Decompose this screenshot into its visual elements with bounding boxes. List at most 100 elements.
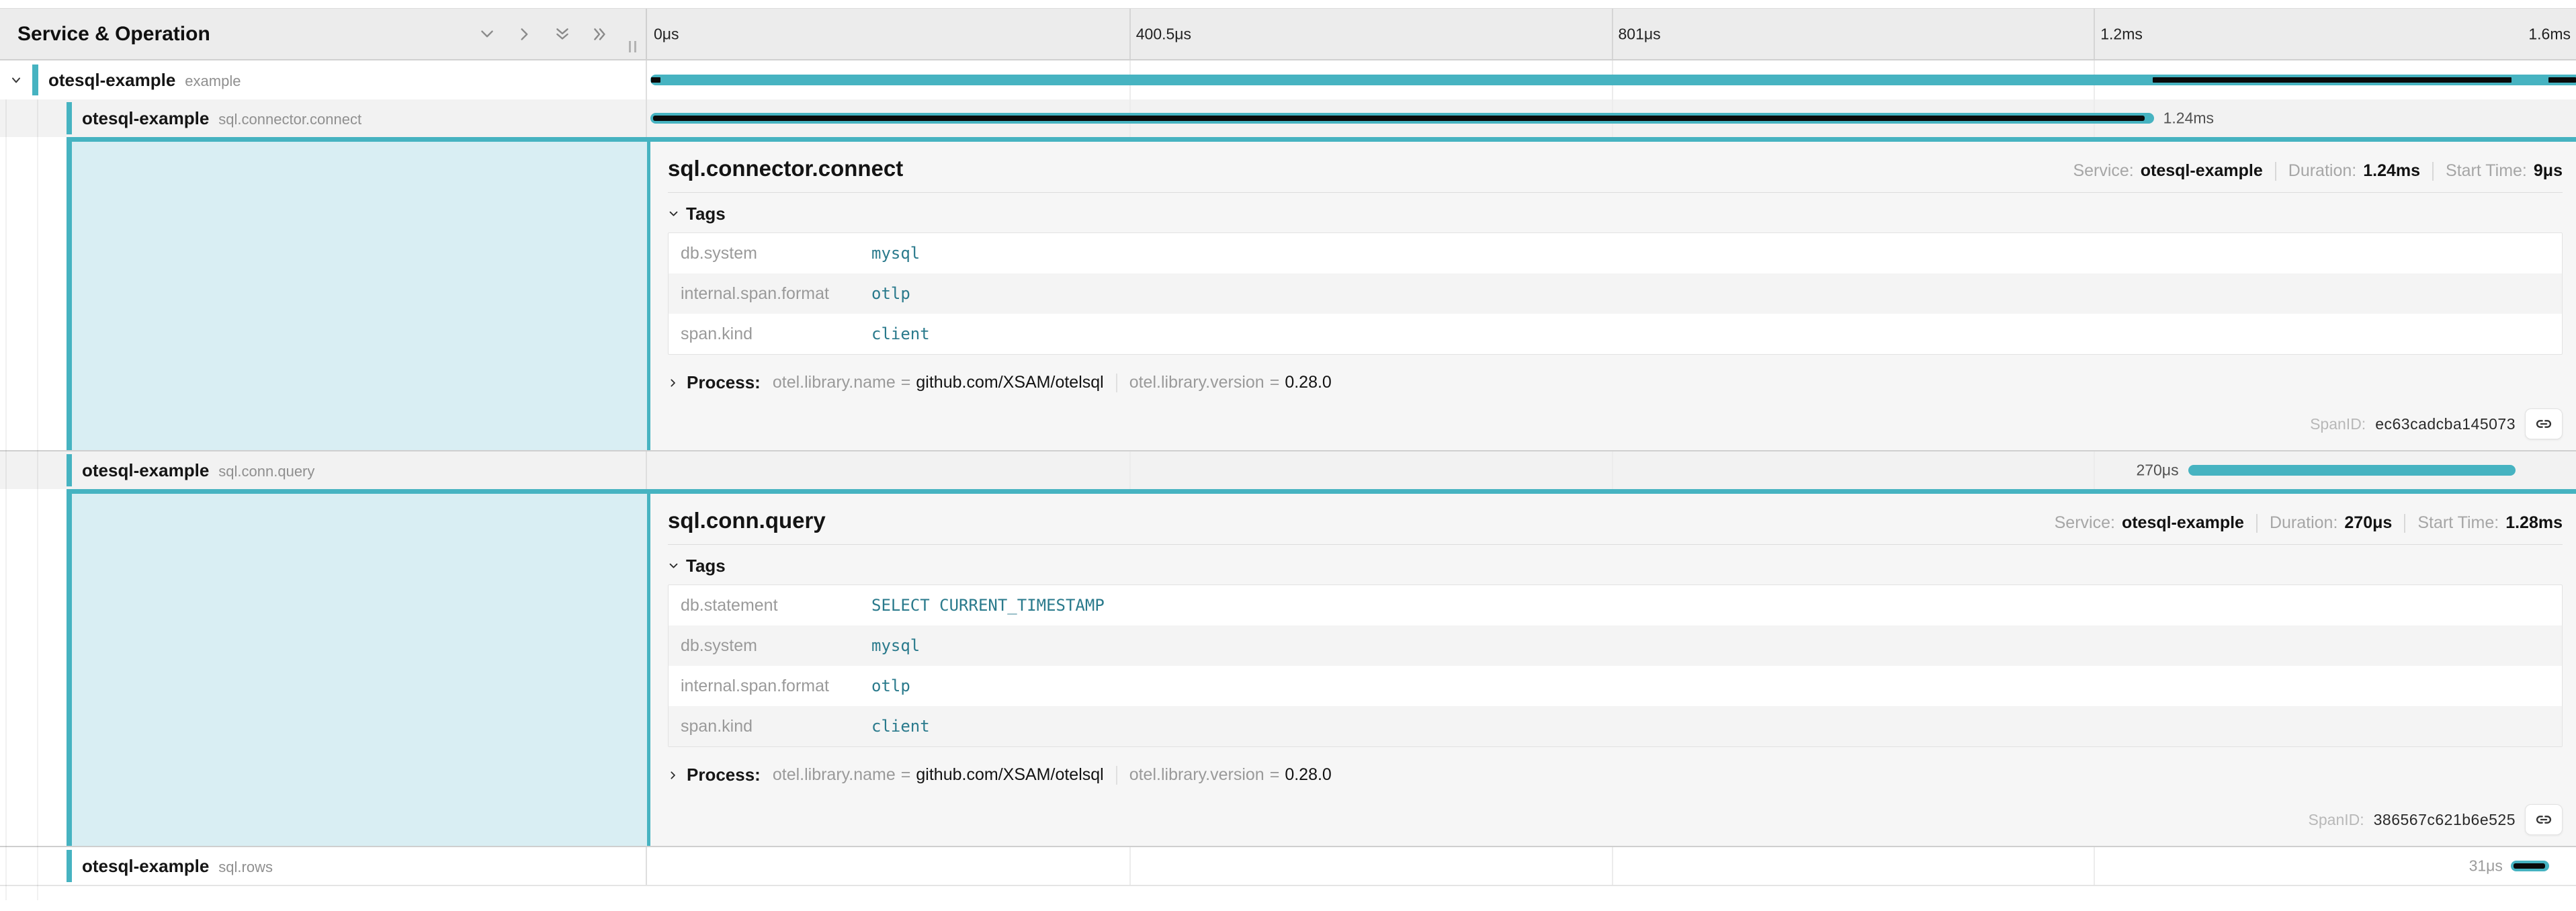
separator (2404, 514, 2405, 533)
chevron-right-icon (668, 378, 679, 388)
equals-sign: = (1270, 373, 1280, 392)
meta-label: Duration: (2270, 513, 2337, 533)
tag-key: span.kind (681, 717, 871, 736)
tags-section-title: Tags (686, 556, 726, 576)
copy-link-button[interactable] (2525, 804, 2563, 835)
span-row-sql-rows[interactable]: otesql-example sql.rows 31μs (0, 847, 2576, 886)
span-bar-cell[interactable]: 270μs (647, 451, 2576, 489)
ruler-tick (1129, 9, 1131, 59)
divider (668, 544, 2563, 545)
equals-sign: = (901, 373, 911, 392)
span-bar[interactable] (650, 113, 2155, 124)
tags-section-title: Tags (686, 204, 726, 224)
tag-key: internal.span.format (681, 284, 871, 304)
separator (2256, 514, 2258, 533)
span-name-cell[interactable]: otesql-example sql.rows (0, 847, 647, 885)
gridline (2094, 451, 2095, 489)
process-toggle[interactable]: Process: (687, 372, 761, 393)
process-section: Process: otel.library.name = github.com/… (668, 372, 2563, 393)
process-value: 0.28.0 (1285, 765, 1332, 785)
tags-table: db.system mysql internal.span.format otl… (668, 232, 2563, 355)
equals-sign: = (901, 765, 911, 785)
meta-label: Duration: (2288, 161, 2356, 181)
ruler-tick (1612, 9, 1613, 59)
indent-guide (5, 99, 7, 900)
span-row-sql-conn-query[interactable]: otesql-example sql.conn.query 270μs (0, 451, 2576, 489)
span-detail-panel-sql-conn-query: sql.conn.query Service: otesql-example D… (0, 489, 2576, 847)
process-key: otel.library.version (1129, 373, 1264, 392)
meta-value: 1.28ms (2505, 513, 2563, 533)
copy-link-button[interactable] (2525, 408, 2563, 439)
tag-row: span.kind client (669, 314, 2562, 354)
detail-content: sql.conn.query Service: otesql-example D… (647, 489, 2576, 846)
operation-name: sql.conn.query (218, 463, 314, 480)
span-meta: Service: otesql-example Duration: 270μs … (2055, 513, 2563, 533)
span-name-cell[interactable]: otesql-example sql.connector.connect (0, 99, 647, 137)
indent-guide (37, 99, 38, 900)
double-chevron-down-icon[interactable] (554, 26, 571, 43)
child-span-marker (2153, 77, 2511, 83)
operation-name: sql.rows (218, 859, 273, 876)
span-color-accent (67, 137, 72, 450)
ruler-tick (2094, 9, 2095, 59)
service-name: otesql-example (82, 856, 209, 877)
operation-name: example (185, 73, 241, 90)
tag-value: mysql (871, 636, 920, 655)
detail-content: sql.connector.connect Service: otesql-ex… (647, 137, 2576, 450)
span-bar-inner-stripe (653, 116, 2145, 121)
tags-section-toggle[interactable]: Tags (668, 556, 2563, 576)
span-row-example[interactable]: otesql-example example (0, 60, 2576, 99)
tag-row: internal.span.format otlp (669, 273, 2562, 314)
tag-value: client (871, 717, 930, 736)
separator (1116, 374, 1117, 392)
double-chevron-right-icon[interactable] (591, 26, 609, 43)
span-name-cell[interactable]: otesql-example sql.conn.query (0, 451, 647, 489)
span-duration-label: 1.24ms (2163, 110, 2214, 128)
ruler-label-3: 1.2ms (2100, 25, 2143, 43)
spanid-label: SpanID: (2309, 811, 2364, 829)
tag-row: db.system mysql (669, 625, 2562, 666)
ruler-label-0: 0μs (654, 25, 679, 43)
equals-sign: = (1270, 765, 1280, 785)
chevron-down-icon (668, 560, 679, 572)
time-ruler: 0μs 400.5μs 801μs 1.2ms 1.6ms (647, 9, 2576, 59)
tag-value: mysql (871, 244, 920, 263)
child-span-marker (2548, 77, 2576, 83)
column-resizer-grip[interactable] (629, 41, 636, 52)
top-strip (0, 0, 2576, 8)
gridline (1612, 451, 1613, 489)
span-color-accent (32, 64, 38, 95)
chevron-down-icon[interactable] (478, 26, 496, 43)
link-icon (2534, 415, 2553, 433)
span-color-accent (67, 489, 72, 846)
service-operation-title: Service & Operation (17, 23, 478, 46)
span-color-accent (67, 454, 72, 486)
tags-section-toggle[interactable]: Tags (668, 204, 2563, 224)
tag-value: otlp (871, 284, 910, 303)
collapse-controls (478, 26, 609, 43)
child-span-marker (651, 77, 660, 83)
span-title: sql.connector.connect (668, 156, 903, 181)
separator (2275, 162, 2276, 181)
span-bar[interactable] (2188, 465, 2516, 476)
divider (668, 192, 2563, 193)
tag-key: db.system (681, 244, 871, 263)
span-row-sql-connector-connect[interactable]: otesql-example sql.connector.connect 1.2… (0, 99, 2576, 137)
span-bar-cell[interactable] (647, 60, 2576, 99)
chevron-right-icon[interactable] (516, 26, 533, 43)
span-bar-cell[interactable]: 31μs (647, 847, 2576, 885)
process-key: otel.library.name (773, 373, 896, 392)
span-bar-cell[interactable]: 1.24ms (647, 99, 2576, 137)
gridline (1612, 847, 1613, 885)
meta-value: otesql-example (2122, 513, 2244, 533)
process-toggle[interactable]: Process: (687, 765, 761, 785)
span-name-cell[interactable]: otesql-example example (0, 60, 647, 99)
ruler-label-4: 1.6ms (2528, 25, 2571, 43)
span-title: sql.conn.query (668, 508, 826, 533)
tag-key: db.system (681, 636, 871, 656)
span-bar[interactable] (2511, 861, 2549, 871)
spanid-value: ec63cadcba145073 (2375, 415, 2516, 433)
collapse-chevron-icon[interactable] (9, 73, 23, 87)
span-color-accent (67, 850, 72, 882)
span-color-accent (67, 102, 72, 134)
